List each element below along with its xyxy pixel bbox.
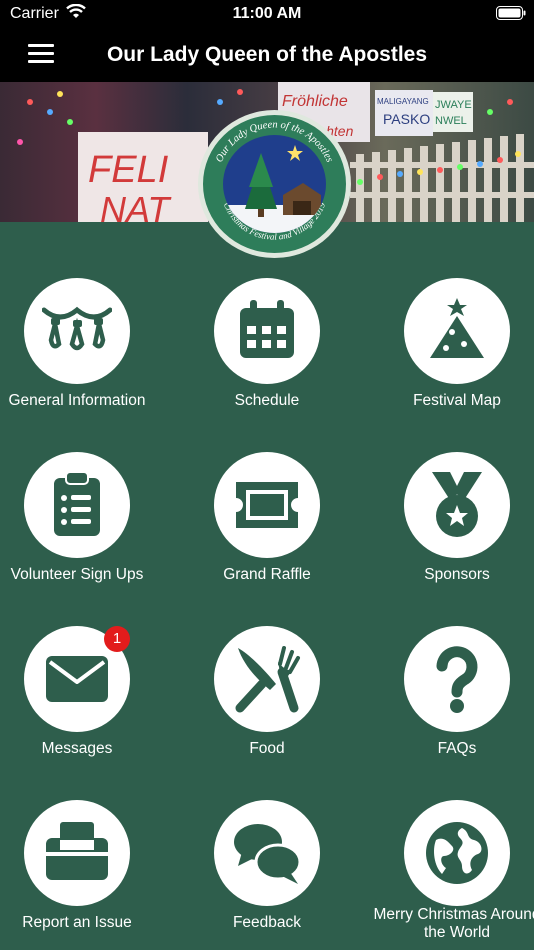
envelope-icon [46,656,108,702]
general-information-label: General Information [8,392,146,409]
page-title: Our Lady Queen of the Apostles [106,43,428,66]
food-label: Food [249,740,285,757]
unread-messages-badge: 1 [104,626,130,652]
merry-christmas-around-the-world-label: Merry Christmas Around the World [373,906,534,941]
sponsors-label: Sponsors [424,566,490,583]
food-button[interactable] [214,626,320,732]
volunteer-sign-ups-button[interactable] [24,452,130,558]
faqs-button[interactable] [404,626,510,732]
banner-sign-nat: NAT [100,189,172,222]
globe-icon [426,822,488,884]
grand-raffle-label: Grand Raffle [223,566,311,583]
menu-tile-volunteer-sign-ups[interactable]: Volunteer Sign Ups [0,452,166,622]
calendar-icon [240,300,294,358]
banner-sign-pasko: PASKO [383,111,430,127]
menu-tile-sponsors[interactable]: Sponsors [368,452,534,622]
feedback-button[interactable] [214,800,320,906]
ticket-icon [236,482,298,528]
banner-sign-maligayang: MALIGAYANG [377,97,429,106]
faqs-label: FAQs [437,740,477,757]
report-an-issue-button[interactable] [24,800,130,906]
schedule-label: Schedule [234,392,300,409]
menu-tile-report-an-issue[interactable]: Report an Issue [0,800,166,950]
messages-label: Messages [41,740,113,757]
printer-icon [46,822,108,880]
banner-sign-nwel: NWEL [435,115,467,127]
festival-map-button[interactable] [404,278,510,384]
menu-tile-food[interactable]: Food [178,626,356,796]
menu-tile-merry-christmas-around-the-world[interactable]: Merry Christmas Around the World [368,800,534,950]
menu-tile-festival-map[interactable]: Festival Map [368,278,534,448]
navigation-bar: Our Lady Queen of the Apostles [0,30,534,82]
menu-tile-schedule[interactable]: Schedule [178,278,356,448]
clock: 11:00 AM [232,5,302,22]
status-bar: Carrier 11:00 AM [0,0,534,30]
question-icon [436,646,478,713]
medal-icon [432,472,482,537]
volunteer-sign-ups-label: Volunteer Sign Ups [10,566,144,583]
menu-tile-messages[interactable]: 1 Messages [0,626,166,796]
clipboard-icon [54,471,100,536]
grand-raffle-button[interactable] [214,452,320,558]
chat-bubbles-icon [234,824,302,884]
banner-sign-feli: FELI [88,149,169,191]
menu-tile-grand-raffle[interactable]: Grand Raffle [178,452,356,622]
menu-tile-faqs[interactable]: FAQs [368,626,534,796]
parish-festival-logo: Our Lady Queen of the Apostles Christmas… [198,110,351,258]
utensils-icon [235,646,300,713]
logo-nativity-scene [223,135,326,233]
general-information-button[interactable] [24,278,130,384]
battery-icon [496,6,526,20]
schedule-button[interactable] [214,278,320,384]
feedback-label: Feedback [232,914,302,931]
menu-tile-general-information[interactable]: General Information [0,278,166,448]
menu-tile-feedback[interactable]: Feedback [178,800,356,950]
string-lights-icon [42,306,112,351]
merry-christmas-around-the-world-button[interactable] [404,800,510,906]
report-an-issue-label: Report an Issue [22,914,132,931]
christmas-tree-icon [430,298,484,358]
sponsors-button[interactable] [404,452,510,558]
festival-map-label: Festival Map [413,392,501,409]
banner-sign-jwaye: JWAYE [435,99,472,111]
banner-sign-frohliche: Fröhliche [282,93,348,110]
